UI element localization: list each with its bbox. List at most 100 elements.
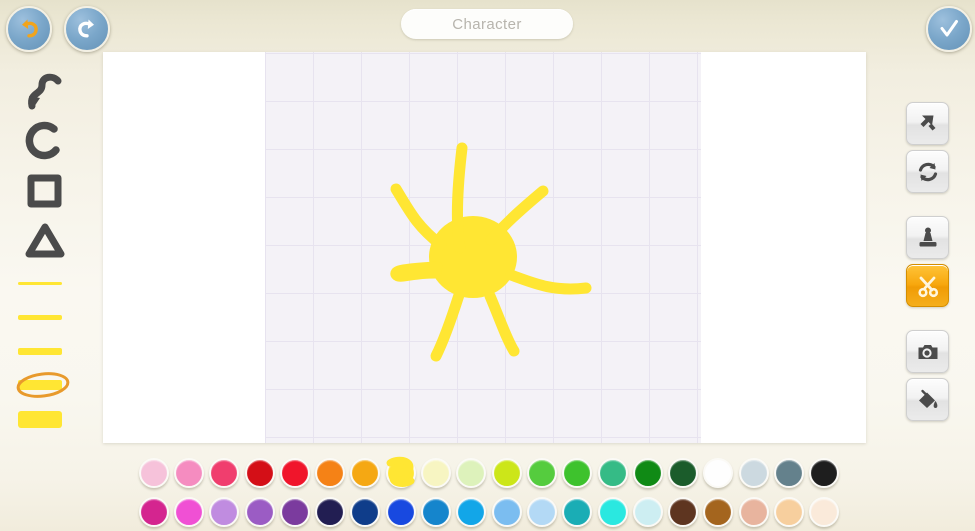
color-swatch-fill xyxy=(491,457,522,488)
toolbar-divider xyxy=(906,198,950,216)
color-swatch-fill xyxy=(279,457,310,488)
scissors-tool[interactable] xyxy=(906,264,949,307)
color-swatch[interactable] xyxy=(383,453,418,492)
stamp-tool[interactable] xyxy=(906,216,949,259)
color-swatch-fill xyxy=(773,496,804,527)
color-swatch-fill xyxy=(526,457,557,488)
color-swatch[interactable] xyxy=(807,453,842,492)
color-swatch[interactable] xyxy=(771,492,806,531)
color-swatch-fill xyxy=(315,496,346,527)
color-swatch[interactable] xyxy=(524,453,559,492)
triangle-tool[interactable] xyxy=(14,216,76,266)
square-tool[interactable] xyxy=(14,166,76,216)
color-swatch-fill xyxy=(809,496,840,527)
color-swatch-fill xyxy=(244,457,275,488)
color-swatch[interactable] xyxy=(171,492,206,531)
squiggle-icon xyxy=(28,73,62,110)
redo-arrow-icon xyxy=(78,19,94,38)
color-swatch-fill xyxy=(138,496,169,527)
thickness-medium[interactable] xyxy=(14,300,76,334)
color-swatch-fill xyxy=(385,496,416,527)
color-swatch-fill xyxy=(209,496,240,527)
camera-icon xyxy=(918,344,937,359)
left-toolbar xyxy=(14,66,84,436)
color-swatch[interactable] xyxy=(489,453,524,492)
color-swatch[interactable] xyxy=(312,492,347,531)
camera-tool[interactable] xyxy=(906,330,949,373)
circle-tool[interactable] xyxy=(14,116,76,166)
sun-drawing xyxy=(390,142,592,362)
thickness-fill[interactable] xyxy=(14,402,76,436)
color-swatch-fill xyxy=(173,457,204,488)
drawing-canvas[interactable] xyxy=(103,52,866,443)
color-swatch[interactable] xyxy=(277,492,312,531)
color-swatch[interactable] xyxy=(277,453,312,492)
triangle-icon xyxy=(25,223,65,258)
fill-tool[interactable] xyxy=(906,378,949,421)
color-swatch[interactable] xyxy=(418,453,453,492)
confirm-button[interactable] xyxy=(926,6,972,52)
color-swatch[interactable] xyxy=(136,453,171,492)
color-swatch[interactable] xyxy=(665,453,700,492)
right-toolbar xyxy=(906,102,950,426)
color-swatch-fill xyxy=(738,457,769,488)
color-swatch[interactable] xyxy=(595,492,630,531)
color-swatch-fill xyxy=(526,496,557,527)
thickness-extra-thick[interactable] xyxy=(14,368,76,402)
color-palette xyxy=(136,453,842,531)
thickness-preview xyxy=(18,281,62,285)
color-swatch[interactable] xyxy=(242,453,277,492)
color-swatch[interactable] xyxy=(630,453,665,492)
rotate-tool[interactable] xyxy=(906,150,949,193)
squiggle-tool[interactable] xyxy=(14,66,76,116)
color-swatch-fill xyxy=(421,496,452,527)
color-swatch[interactable] xyxy=(207,492,242,531)
color-swatch[interactable] xyxy=(348,492,383,531)
color-swatch[interactable] xyxy=(454,492,489,531)
toolbar-divider xyxy=(906,312,950,330)
color-swatch[interactable] xyxy=(383,492,418,531)
undo-arrow-icon xyxy=(22,19,38,38)
color-swatch[interactable] xyxy=(771,453,806,492)
undo-button[interactable] xyxy=(6,6,52,52)
square-icon xyxy=(27,174,62,208)
select-arrow-tool[interactable] xyxy=(906,102,949,145)
color-swatch[interactable] xyxy=(489,492,524,531)
color-swatch[interactable] xyxy=(242,492,277,531)
color-swatch-fill xyxy=(562,457,593,488)
color-swatch[interactable] xyxy=(454,453,489,492)
color-swatch[interactable] xyxy=(418,492,453,531)
thickness-preview xyxy=(18,314,62,320)
color-swatch[interactable] xyxy=(807,492,842,531)
color-swatch[interactable] xyxy=(171,453,206,492)
color-swatch[interactable] xyxy=(630,492,665,531)
palette-row-2 xyxy=(136,492,842,531)
thickness-preview xyxy=(18,410,62,428)
cursor-arrow-icon xyxy=(920,115,935,130)
color-swatch-fill xyxy=(703,457,734,488)
color-swatch[interactable] xyxy=(701,492,736,531)
circle-icon xyxy=(25,121,60,160)
character-name-field[interactable]: Character xyxy=(401,9,573,39)
color-swatch[interactable] xyxy=(701,453,736,492)
color-swatch[interactable] xyxy=(312,453,347,492)
redo-button[interactable] xyxy=(64,6,110,52)
color-swatch[interactable] xyxy=(524,492,559,531)
color-swatch-fill xyxy=(632,457,663,488)
color-swatch[interactable] xyxy=(736,453,771,492)
thickness-thick[interactable] xyxy=(14,334,76,368)
thickness-thin[interactable] xyxy=(14,266,76,300)
color-swatch[interactable] xyxy=(348,453,383,492)
color-swatch[interactable] xyxy=(136,492,171,531)
color-swatch[interactable] xyxy=(595,453,630,492)
color-swatch[interactable] xyxy=(560,492,595,531)
color-swatch[interactable] xyxy=(207,453,242,492)
color-swatch[interactable] xyxy=(665,492,700,531)
drawing-app-window: Character xyxy=(0,0,975,531)
color-swatch[interactable] xyxy=(736,492,771,531)
color-swatch-fill xyxy=(597,457,628,488)
paint-bucket-icon xyxy=(918,389,937,408)
color-swatch-fill xyxy=(632,496,663,527)
rotate-refresh-icon xyxy=(918,162,937,181)
color-swatch[interactable] xyxy=(560,453,595,492)
